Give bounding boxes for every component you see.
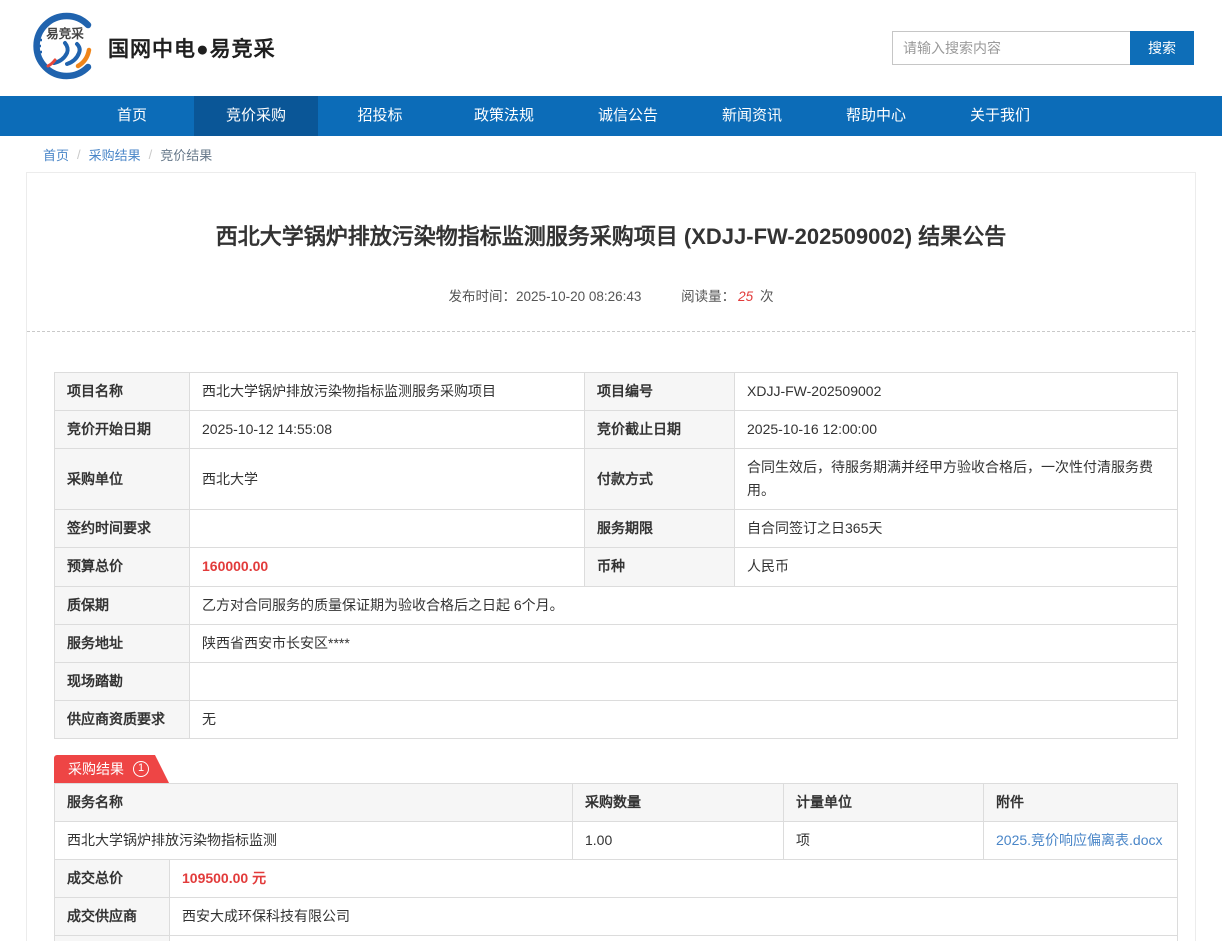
table-header-row: 服务名称 采购数量 计量单位 附件 — [55, 783, 1178, 821]
search-input[interactable] — [892, 31, 1130, 65]
view-count-number: 25 — [738, 289, 753, 304]
result-count-badge: 1 — [133, 761, 149, 777]
table-row: 竞价开始日期 2025-10-12 14:55:08 竞价截止日期 2025-1… — [55, 411, 1178, 449]
table-row: 服务地址 陕西省西安市长安区**** — [55, 624, 1178, 662]
breadcrumb-separator: / — [149, 147, 153, 162]
publish-time: 发布时间：2025-10-20 08:26:43 — [449, 289, 646, 304]
brand-logo-icon: 易竞采 — [28, 10, 100, 87]
purchase-quantity: 1.00 — [573, 822, 784, 860]
content-panel: 西北大学锅炉排放污染物指标监测服务采购项目 (XDJJ-FW-202509002… — [26, 172, 1196, 941]
table-row: 质保期 乙方对合同服务的质量保证期为验收合格后之日起 6个月。 — [55, 586, 1178, 624]
budget-total-value: 160000.00 — [190, 548, 585, 586]
table-row: 成交总价 109500.00 元 — [55, 860, 1178, 898]
nav-item-home[interactable]: 首页 — [70, 96, 194, 136]
result-items-table: 服务名称 采购数量 计量单位 附件 西北大学锅炉排放污染物指标监测 1.00 项… — [54, 783, 1178, 860]
main-nav: 首页 竞价采购 招投标 政策法规 诚信公告 新闻资讯 帮助中心 关于我们 — [0, 96, 1222, 136]
attachment-link[interactable]: 2025.竞价响应偏离表.docx — [996, 832, 1163, 848]
view-count: 阅读量：25 次 — [681, 289, 773, 304]
result-summary-table: 成交总价 109500.00 元 成交供应商 西安大成环保科技有限公司 质保及售… — [54, 859, 1178, 941]
table-row: 预算总价 160000.00 币种 人民币 — [55, 548, 1178, 586]
warranty-service-terms: 质保期：验收合格后质保期6个月。响应时效：即时响应（包括电话响应）；电话响应无法… — [170, 936, 1178, 941]
table-row: 现场踏勘 — [55, 662, 1178, 700]
table-row: 成交供应商 西安大成环保科技有限公司 — [55, 898, 1178, 936]
deal-total-price: 109500.00 元 — [170, 860, 1178, 898]
table-row: 质保及售后服务 质保期：验收合格后质保期6个月。响应时效：即时响应（包括电话响应… — [55, 936, 1178, 941]
search-area: 搜索 — [892, 31, 1194, 65]
table-row: 签约时间要求 服务期限 自合同签订之日365天 — [55, 510, 1178, 548]
measure-unit: 项 — [784, 822, 984, 860]
nav-item-news[interactable]: 新闻资讯 — [690, 96, 814, 136]
svg-text:易竞采: 易竞采 — [46, 26, 84, 41]
nav-item-tender[interactable]: 招投标 — [318, 96, 442, 136]
nav-item-integrity-notice[interactable]: 诚信公告 — [566, 96, 690, 136]
brand-title: 国网中电●易竞采 — [108, 33, 276, 63]
nav-item-help-center[interactable]: 帮助中心 — [814, 96, 938, 136]
breadcrumb-separator: / — [77, 147, 81, 162]
nav-item-about-us[interactable]: 关于我们 — [938, 96, 1062, 136]
procurement-result-tag: 采购结果 1 — [54, 755, 169, 783]
breadcrumb-home[interactable]: 首页 — [43, 145, 69, 164]
winning-supplier: 西安大成环保科技有限公司 — [170, 898, 1178, 936]
table-row: 西北大学锅炉排放污染物指标监测 1.00 项 2025.竞价响应偏离表.docx — [55, 822, 1178, 860]
project-details-table: 项目名称 西北大学锅炉排放污染物指标监测服务采购项目 项目编号 XDJJ-FW-… — [54, 372, 1178, 739]
table-row: 项目名称 西北大学锅炉排放污染物指标监测服务采购项目 项目编号 XDJJ-FW-… — [55, 373, 1178, 411]
nav-item-bidding-purchase[interactable]: 竞价采购 — [194, 96, 318, 136]
breadcrumb-purchase-results[interactable]: 采购结果 — [89, 145, 141, 164]
page-title: 西北大学锅炉排放污染物指标监测服务采购项目 (XDJJ-FW-202509002… — [27, 219, 1195, 251]
breadcrumb-current: 竞价结果 — [160, 145, 212, 164]
search-button[interactable]: 搜索 — [1130, 31, 1194, 65]
dashed-divider — [27, 331, 1195, 332]
service-name: 西北大学锅炉排放污染物指标监测 — [55, 822, 573, 860]
site-header: 易竞采 国网中电●易竞采 搜索 — [0, 0, 1222, 96]
brand: 易竞采 国网中电●易竞采 — [28, 10, 276, 87]
nav-item-policies[interactable]: 政策法规 — [442, 96, 566, 136]
table-row: 供应商资质要求 无 — [55, 700, 1178, 738]
article-meta: 发布时间：2025-10-20 08:26:43 阅读量：25 次 — [27, 285, 1195, 305]
table-row: 采购单位 西北大学 付款方式 合同生效后，待服务期满并经甲方验收合格后，一次性付… — [55, 449, 1178, 510]
procurement-result-section: 采购结果 1 服务名称 采购数量 计量单位 附件 西北大学锅炉排放污染物指标监测 — [54, 755, 1178, 941]
breadcrumb: 首页 / 采购结果 / 竞价结果 — [0, 136, 1222, 172]
